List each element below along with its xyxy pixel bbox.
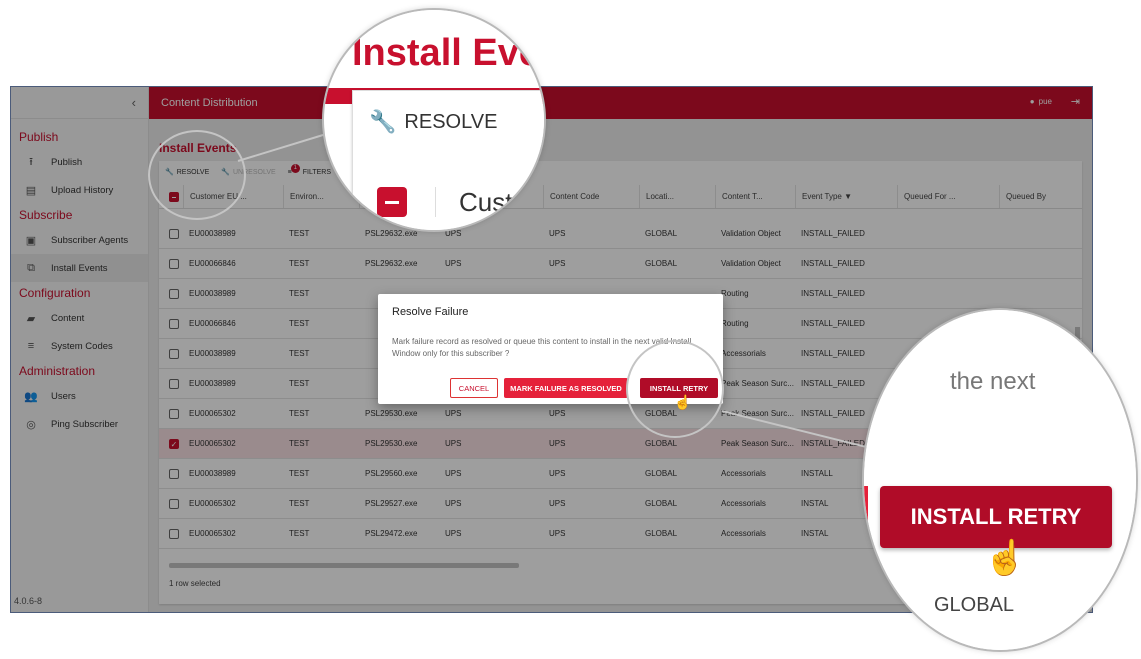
zoom-page-area: Install Eve — [324, 10, 544, 88]
zoom-select-all-checkbox[interactable] — [377, 187, 407, 217]
zoom-mark-button-edge — [864, 486, 868, 548]
highlight-circle-toolbar — [148, 130, 246, 220]
minus-icon — [385, 201, 399, 204]
zoom-location-value: GLOBAL — [934, 594, 1015, 616]
zoom-resolve-button[interactable]: 🔧 RESOLVE — [369, 109, 497, 135]
zoom-magnifier-install-retry: the next INSTALL RETRY ☝ GLOBAL — [862, 308, 1138, 652]
zoom-column-header: Cust — [459, 187, 513, 217]
dialog-title: Resolve Failure — [392, 306, 469, 318]
zoom-divider — [435, 187, 436, 217]
zoom-resolve-label: RESOLVE — [404, 110, 498, 133]
wrench-icon: 🔧 — [369, 109, 397, 134]
zoom-dialog-text: the next — [950, 368, 1036, 395]
highlight-circle-retry — [626, 340, 724, 438]
hand-cursor-icon: ☝ — [984, 539, 1027, 577]
zoom-magnifier-resolve: Install Eve 🔧 RESOLVE Cust — [322, 8, 546, 232]
zoom-page-title: Install Eve — [352, 32, 540, 74]
mouse-cursor-icon: ☝ — [674, 394, 692, 410]
mark-failure-as-resolved-button[interactable]: MARK FAILURE AS RESOLVED — [504, 378, 628, 398]
screenshot-stage: ‹ Publish ⭱ Publish ▤ Upload History Sub… — [0, 0, 1141, 659]
cancel-button[interactable]: CANCEL — [450, 378, 498, 398]
zoom-card: 🔧 RESOLVE Cust — [352, 90, 544, 230]
